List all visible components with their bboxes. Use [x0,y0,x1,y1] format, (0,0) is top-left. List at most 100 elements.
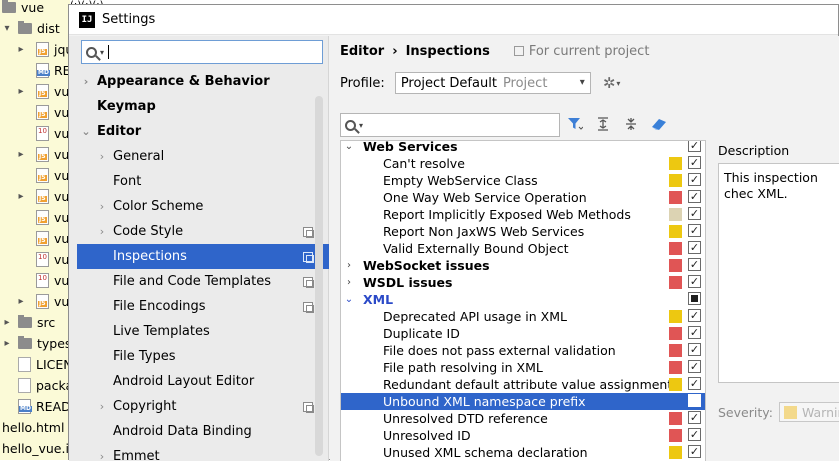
tree-item-emmet[interactable]: › Emmet [77,444,329,469]
inspection-row[interactable]: Duplicate ID ✓ [341,325,705,342]
chevron-right-icon[interactable]: › [344,260,354,271]
tree-item-general[interactable]: › General [77,144,329,169]
project-tree-row[interactable]: ▸ src [0,312,55,333]
tree-item-editor[interactable]: ⌄ Editor [77,119,329,144]
inspection-checkbox[interactable] [688,394,701,407]
inspection-row[interactable]: Deprecated API usage in XML ✓ [341,308,705,325]
inspection-group-row[interactable]: › WebSocket issues ✓ [341,257,705,274]
project-tree-row[interactable]: ▸vu [0,144,69,165]
reset-eraser-icon[interactable] [650,115,668,133]
filter-icon[interactable] [566,115,584,133]
severity-select[interactable]: Warning [778,402,839,422]
tree-item-font[interactable]: Font [77,169,329,194]
inspection-checkbox[interactable]: ✓ [688,411,701,424]
chevron-right-icon[interactable]: › [81,75,91,88]
title-bar[interactable]: IJ Settings [69,5,838,35]
inspection-checkbox[interactable]: ✓ [688,173,701,186]
tree-item-appearance-behavior[interactable]: › Appearance & Behavior [77,69,329,94]
tree-item-inspections[interactable]: Inspections [77,244,329,269]
inspection-row[interactable]: Unresolved DTD reference ✓ [341,410,705,427]
chevron-down-icon[interactable]: ⌄ [344,294,354,305]
chevron-right-icon[interactable]: › [344,277,354,288]
inspection-checkbox[interactable]: ✓ [688,241,701,254]
chevron-right-icon[interactable]: ▸ [16,86,26,97]
chevron-down-icon[interactable]: ⌄ [81,125,91,138]
tree-item-file-and-code-templates[interactable]: File and Code Templates [77,269,329,294]
chevron-down-icon[interactable]: ⌄ [344,141,354,152]
tree-item-file-encodings[interactable]: File Encodings [77,294,329,319]
chevron-right-icon[interactable]: › [97,450,107,463]
tree-item-android-layout-editor[interactable]: Android Layout Editor [77,369,329,394]
project-tree-row[interactable]: vu [0,228,69,249]
inspection-group-row[interactable]: ⌄ Web Services ✓ [341,141,705,155]
tree-item-android-data-binding[interactable]: Android Data Binding [77,419,329,444]
inspection-row[interactable]: Unused XML schema declaration ✓ [341,444,705,461]
inspection-row[interactable]: Empty WebService Class ✓ [341,172,705,189]
chevron-right-icon[interactable]: ▸ [16,44,26,55]
project-tree-row[interactable]: hello.html [0,417,64,438]
inspection-search-input[interactable]: ▾ [340,113,560,137]
inspection-checkbox[interactable]: ✓ [688,156,701,169]
profile-select[interactable]: Project Default Project ▾ [394,72,591,94]
project-tree-row[interactable]: vu [0,249,69,270]
settings-search-input[interactable]: ▾ [81,40,323,64]
chevron-right-icon[interactable]: ▸ [16,296,26,307]
inspection-checkbox[interactable] [688,292,701,305]
search-history-dropdown-icon[interactable]: ▾ [359,121,363,130]
inspection-row[interactable]: Redundant default attribute value assign… [341,376,705,393]
chevron-right-icon[interactable]: › [97,225,107,238]
project-tree-row[interactable]: ▸jqu [0,39,70,60]
inspection-checkbox[interactable]: ✓ [688,428,701,441]
inspection-checkbox[interactable]: ✓ [688,275,701,288]
inspection-checkbox[interactable]: ✓ [688,445,701,458]
project-tree-row[interactable]: READ [0,396,70,417]
project-tree-row[interactable]: vu [0,102,69,123]
chevron-right-icon[interactable]: › [97,150,107,163]
chevron-right-icon[interactable]: › [97,400,107,413]
inspection-group-row[interactable]: ⌄ XML [341,291,705,308]
project-tree-row[interactable]: LICEN [0,354,70,375]
tree-item-copyright[interactable]: › Copyright [77,394,329,419]
inspection-checkbox[interactable]: ✓ [688,207,701,220]
project-tree-row[interactable]: vue [0,0,44,18]
inspection-checkbox[interactable]: ✓ [688,258,701,271]
inspection-checkbox[interactable]: ✓ [688,326,701,339]
tree-item-keymap[interactable]: Keymap [77,94,329,119]
gear-dropdown-icon[interactable]: ▾ [616,79,620,88]
project-tree-row[interactable]: vu [0,165,69,186]
collapse-all-icon[interactable] [622,115,640,133]
inspection-checkbox[interactable]: ✓ [688,377,701,390]
project-tree-row[interactable]: ▸vu [0,81,69,102]
project-tree-row[interactable]: vu [0,123,69,144]
inspection-row[interactable]: Valid Externally Bound Object ✓ [341,240,705,257]
expand-all-icon[interactable] [594,115,612,133]
inspection-row[interactable]: One Way Web Service Operation ✓ [341,189,705,206]
inspection-group-row[interactable]: › WSDL issues ✓ [341,274,705,291]
inspection-row[interactable]: Unresolved ID ✓ [341,427,705,444]
chevron-right-icon[interactable]: ▸ [2,338,12,349]
tree-item-file-types[interactable]: File Types [77,344,329,369]
project-tree-row[interactable]: hello_vue.iml [0,438,70,459]
gear-icon[interactable]: ✲ [603,74,616,92]
inspection-row[interactable]: Report Non JaxWS Web Services ✓ [341,223,705,240]
inspection-row[interactable]: File does not pass external validation ✓ [341,342,705,359]
tree-item-code-style[interactable]: › Code Style [77,219,329,244]
tree-item-live-templates[interactable]: Live Templates [77,319,329,344]
tree-item-color-scheme[interactable]: › Color Scheme [77,194,329,219]
chevron-right-icon[interactable]: ▸ [16,191,26,202]
project-tree-row[interactable]: RE [0,60,70,81]
inspection-checkbox[interactable]: ✓ [688,343,701,356]
sidebar-scrollbar[interactable] [315,96,323,456]
chevron-right-icon[interactable]: › [97,200,107,213]
inspection-checkbox[interactable]: ✓ [688,141,701,152]
project-tree-row[interactable]: ▸vu [0,291,69,312]
chevron-down-icon[interactable]: ▾ [2,23,12,34]
inspection-row[interactable]: Can't resolve ✓ [341,155,705,172]
inspection-checkbox[interactable]: ✓ [688,224,701,237]
inspection-checkbox[interactable]: ✓ [688,190,701,203]
chevron-right-icon[interactable]: ▸ [16,149,26,160]
project-tree-row[interactable]: packa [0,375,70,396]
project-tree-row[interactable]: vu [0,270,69,291]
inspection-checkbox[interactable]: ✓ [688,360,701,373]
inspection-row[interactable]: File path resolving in XML ✓ [341,359,705,376]
